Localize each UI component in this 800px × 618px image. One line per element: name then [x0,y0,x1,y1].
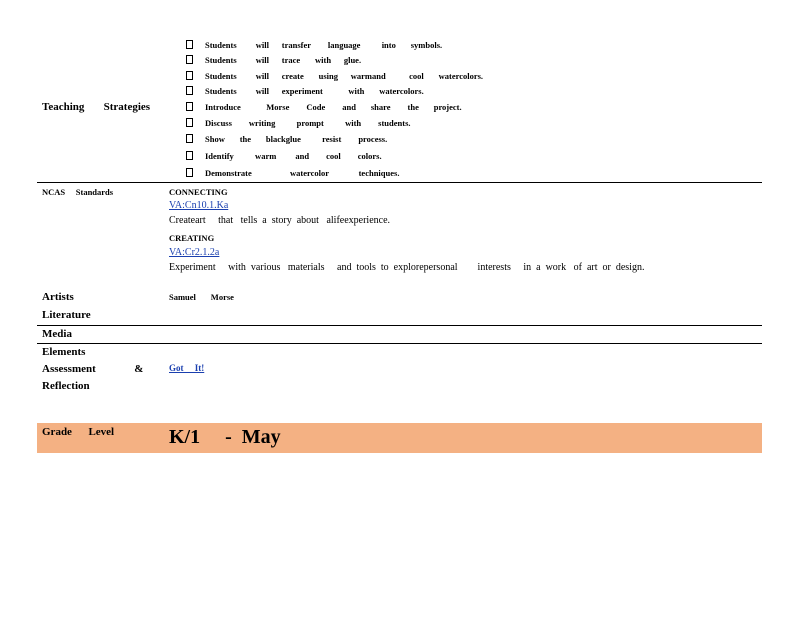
standard-link-connecting[interactable]: VA:Cn10.1.Ka [169,200,228,211]
reflection-label: Reflection [42,380,90,392]
checkbox-icon [186,71,193,80]
creating-description: Experiment with various materials and to… [169,262,645,273]
checkbox-icon [186,55,193,64]
ncas-standards-label: NCAS Standards [42,187,114,197]
got-it-link[interactable]: Got It! [169,363,204,373]
list-item: Students will experiment with watercolor… [186,86,424,101]
connecting-heading: CONNECTING [169,187,228,197]
elements-label: Elements [42,346,86,358]
teaching-strategies-label: Teaching Strategies [42,101,151,113]
creating-heading: CREATING [169,233,215,243]
list-item: Students will create using warmand cool … [186,71,483,86]
list-item: Demonstrate watercolor techniques. [186,168,399,183]
checkbox-icon [186,151,193,160]
assessment-label: Assessment & [42,363,144,375]
section-divider [37,343,762,344]
literature-label: Literature [42,309,91,321]
checkbox-icon [186,134,193,143]
grade-level-label: Grade Level [42,426,115,438]
checkbox-icon [186,86,193,95]
artists-label: Artists [42,291,74,303]
grade-level-value: K/1 - May [169,426,281,448]
list-item: Students will trace with glue. [186,55,361,70]
checkbox-icon [186,168,193,177]
section-divider [37,182,762,183]
artist-name: Samuel Morse [169,292,234,302]
list-item: Show the blackglue resist process. [186,134,387,149]
checkbox-icon [186,118,193,127]
list-item: Introduce Morse Code and share the proje… [186,102,462,117]
list-item: Discuss writing prompt with students. [186,118,411,133]
standard-link-creating[interactable]: VA:Cr2.1.2a [169,247,219,258]
list-item: Students will transfer language into sym… [186,40,442,55]
section-divider [37,325,762,326]
checkbox-icon [186,102,193,111]
connecting-description: Createart that tells a story about alife… [169,215,391,226]
grade-level-band [37,423,762,453]
checkbox-icon [186,40,193,49]
list-item: Identify warm and cool colors. [186,151,382,166]
media-label: Media [42,328,72,340]
